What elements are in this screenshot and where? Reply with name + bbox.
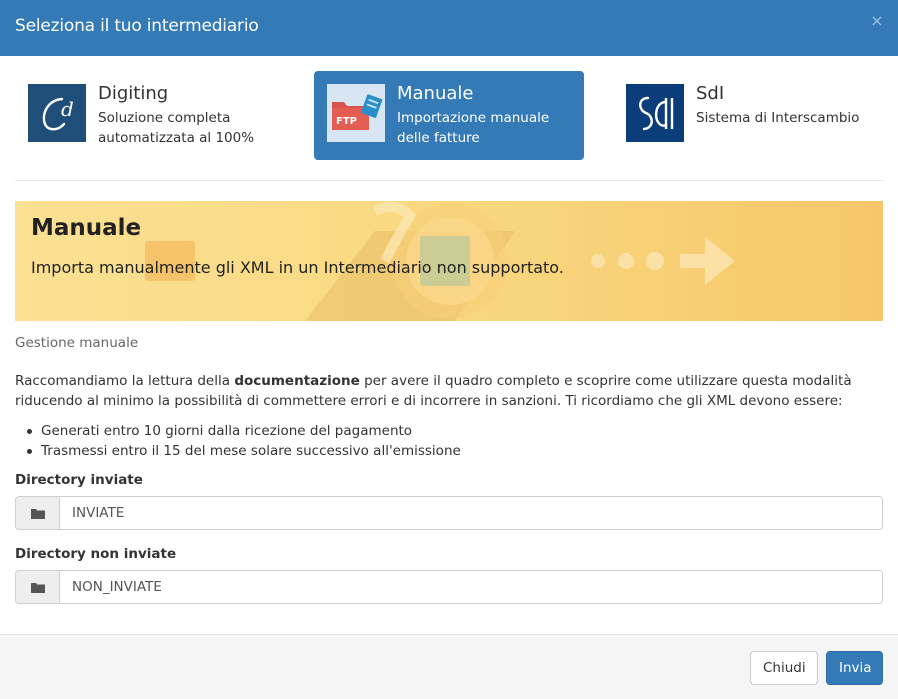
folder-icon <box>16 571 60 603</box>
info-paragraph: Raccomandiamo la lettura della documenta… <box>15 371 887 411</box>
close-icon[interactable]: × <box>870 13 884 29</box>
intermediary-option-digiting[interactable]: d Digiting Soluzione completa automatizz… <box>15 71 285 160</box>
sdi-logo-icon <box>626 84 684 142</box>
intermediary-option-sdi[interactable]: SdI Sistema di Interscambio <box>613 71 883 160</box>
modal-footer: Chiudi Invia <box>0 634 898 699</box>
unsent-directory-label: Directory non inviate <box>15 546 177 562</box>
section-label: Gestione manuale <box>15 335 139 351</box>
paragraph-text: Raccomandiamo la lettura della <box>15 373 235 389</box>
info-banner: Manuale Importa manualmente gli XML in u… <box>15 201 883 321</box>
intermediary-name: Manuale <box>397 83 474 104</box>
sent-directory-label: Directory inviate <box>15 472 143 488</box>
intermediary-description: Sistema di Interscambio <box>696 108 876 128</box>
divider <box>15 180 883 181</box>
description-line: Sistema di Interscambio <box>696 110 860 126</box>
description-line: Soluzione completa <box>98 110 231 126</box>
requirements-list: Generati entro 10 giorni dalla ricezione… <box>27 421 461 461</box>
digiting-logo-icon: d <box>28 84 86 142</box>
description-line: delle fatture <box>397 130 480 146</box>
svg-text:d: d <box>61 97 74 121</box>
intermediary-option-manuale[interactable]: FTP Manuale Importazione manuale delle f… <box>314 71 584 160</box>
modal-header: Seleziona il tuo intermediario × <box>0 0 898 56</box>
intermediary-description: Importazione manuale delle fatture <box>397 108 577 148</box>
ftp-xml-icon: FTP <box>327 84 385 142</box>
intermediary-name: Digiting <box>98 83 169 104</box>
intermediary-name: SdI <box>696 83 725 104</box>
folder-icon <box>16 497 60 529</box>
ftp-logo-text: FTP <box>336 116 357 127</box>
unsent-directory-input[interactable] <box>61 571 881 603</box>
description-line: automatizzata al 100% <box>98 130 255 146</box>
close-button[interactable]: Chiudi <box>750 651 818 685</box>
list-item: Trasmessi entro il 15 del mese solare su… <box>27 443 461 459</box>
intermediary-description: Soluzione completa automatizzata al 100% <box>98 108 278 148</box>
submit-button[interactable]: Invia <box>826 651 883 685</box>
banner-title: Manuale <box>31 215 142 241</box>
sent-directory-input[interactable] <box>61 497 881 529</box>
sent-directory-input-group <box>15 496 883 530</box>
documentation-link[interactable]: documentazione <box>234 373 359 389</box>
banner-subtitle: Importa manualmente gli XML in un Interm… <box>31 258 564 277</box>
description-line: Importazione manuale <box>397 110 550 126</box>
unsent-directory-input-group <box>15 570 883 604</box>
modal-title: Seleziona il tuo intermediario <box>15 16 259 36</box>
list-item: Generati entro 10 giorni dalla ricezione… <box>27 421 461 441</box>
